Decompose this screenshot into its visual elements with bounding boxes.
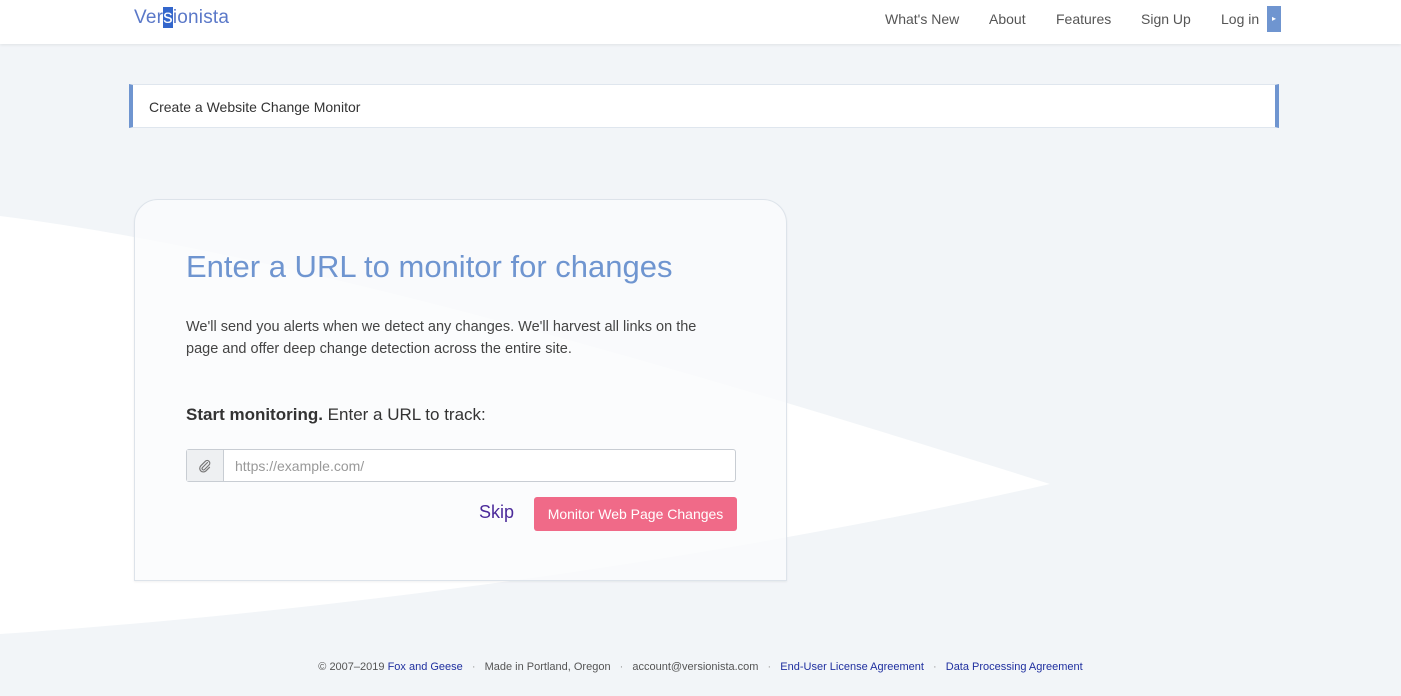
nav-about-link[interactable]: About — [989, 11, 1026, 27]
breadcrumb-title: Create a Website Change Monitor — [149, 99, 361, 115]
footer-dpa-link[interactable]: Data Processing Agreement — [946, 661, 1083, 673]
footer-eula-link[interactable]: End-User License Agreement — [780, 661, 924, 673]
login-arrow-icon[interactable]: ▸ — [1267, 6, 1281, 32]
footer-company-link[interactable]: Fox and Geese — [388, 661, 463, 673]
monitor-form-card: Enter a URL to monitor for changes We'll… — [134, 199, 787, 581]
logo-text-end: ionista — [172, 7, 230, 28]
start-monitoring-bold: Start monitoring. — [186, 405, 323, 424]
footer-email: account@versionista.com — [632, 661, 759, 673]
footer-made-in: Made in Portland, Oregon — [484, 661, 611, 673]
start-monitoring-text: Enter a URL to track: — [322, 405, 486, 424]
nav-features-link[interactable]: Features — [1056, 11, 1111, 27]
url-input[interactable] — [224, 450, 734, 481]
url-input-group — [186, 449, 736, 482]
footer-copyright: © 2007–2019 — [318, 661, 385, 673]
card-heading: Enter a URL to monitor for changes — [186, 249, 673, 284]
top-navigation-bar: Versionista What's New About Features Si… — [0, 0, 1401, 44]
footer-separator: · — [619, 661, 624, 673]
card-description: We'll send you alerts when we detect any… — [186, 319, 697, 357]
start-monitoring-label: Start monitoring. Enter a URL to track: — [186, 405, 486, 425]
paperclip-icon — [187, 450, 224, 481]
skip-link[interactable]: Skip — [479, 502, 514, 523]
footer-separator: · — [933, 661, 937, 673]
footer-separator: · — [471, 661, 476, 673]
page-breadcrumb: Create a Website Change Monitor — [129, 84, 1279, 128]
logo-text-start: Ver — [134, 7, 164, 28]
logo-text-selected: s — [163, 7, 173, 28]
nav-whats-new-link[interactable]: What's New — [885, 11, 959, 27]
versionista-logo[interactable]: Versionista — [134, 7, 229, 29]
page-footer: © 2007–2019 Fox and Geese · Made in Port… — [0, 661, 1401, 673]
footer-separator: · — [767, 661, 772, 673]
nav-sign-up-link[interactable]: Sign Up — [1141, 11, 1191, 27]
nav-log-in-link[interactable]: Log in — [1221, 11, 1259, 27]
monitor-web-page-changes-button[interactable]: Monitor Web Page Changes — [534, 497, 737, 531]
